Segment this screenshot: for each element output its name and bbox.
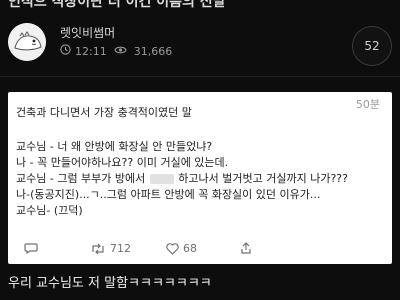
redacted-text xyxy=(149,174,174,184)
like-button[interactable]: 68 xyxy=(166,242,197,255)
post-time: 12:11 xyxy=(75,44,107,58)
post-caption: 우리 교수님도 저 말함ㅋㅋㅋㅋㅋㅋㅋ xyxy=(8,276,212,291)
view-count: 31,666 xyxy=(133,44,173,58)
post-meta: 12:11 31,666 xyxy=(60,44,172,58)
retweet-button[interactable]: 712 xyxy=(90,242,131,255)
tweet-time-ago: 50분 xyxy=(355,98,380,111)
embedded-tweet-card: 50분 건축과 다니면서 가장 충격적이였던 말 교수님 - 너 왜 안방에 화… xyxy=(8,92,392,264)
tweet-line-6: 교수님- (끄덕) xyxy=(16,204,83,217)
tweet-line-2: 교수님 - 너 왜 안방에 화장실 안 만들었냐? xyxy=(16,140,213,153)
tweet-line-5: 나-(동공지진)...ㄱ..그럼 아파트 안방에 꼭 화장실이 있던 이유가..… xyxy=(16,188,321,201)
tweet-line-4a: 교수님 - 그럼 부부가 방에서 xyxy=(16,172,146,185)
post-title: 인적으 직장이란 더 이건 이름의 전말 xyxy=(8,0,226,10)
retweet-count: 712 xyxy=(110,242,131,255)
like-count: 68 xyxy=(183,242,197,255)
heart-icon xyxy=(166,242,179,255)
author-avatar[interactable] xyxy=(8,23,46,61)
share-icon xyxy=(240,242,252,254)
retweet-icon xyxy=(90,243,106,255)
tweet-line-3: 나 - 꼭 만들어야하나요?? 이미 거실에 있는데. xyxy=(16,156,229,169)
share-button[interactable] xyxy=(240,242,252,254)
author-name[interactable]: 렛잇비썸머 xyxy=(60,24,115,41)
tweet-line-4: 교수님 - 그럼 부부가 방에서 하고나서 벌거벗고 거실까지 나가??? xyxy=(16,172,348,186)
clock-icon xyxy=(60,44,71,58)
post-header: 렛잇비썸머 12:11 31,666 52 xyxy=(0,18,400,70)
reply-icon xyxy=(24,242,38,254)
tweet-actions: 712 68 xyxy=(8,242,392,260)
divider xyxy=(0,76,400,77)
comment-count-badge[interactable]: 52 xyxy=(352,26,392,66)
tweet-line-4b: 하고나서 벌거벗고 거실까지 나가??? xyxy=(178,172,348,185)
reply-button[interactable] xyxy=(24,242,42,254)
eye-icon xyxy=(114,45,127,58)
tweet-line-1: 건축과 다니면서 가장 충격적이였던 말 xyxy=(16,106,192,119)
